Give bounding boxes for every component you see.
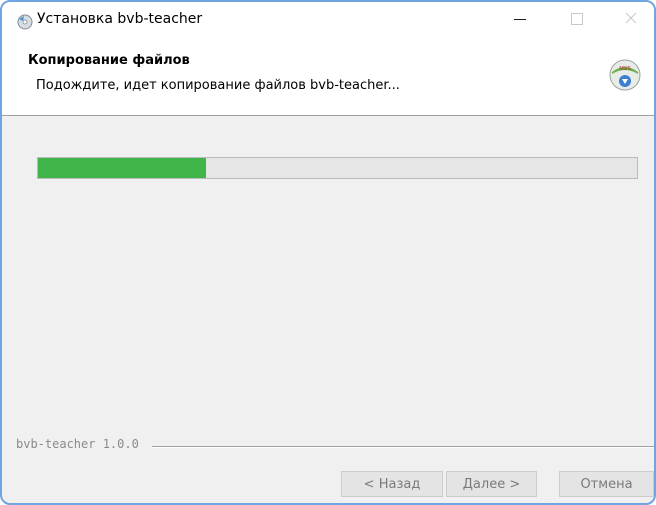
setup-disc-download-icon: NSIS — [609, 59, 641, 91]
cancel-button[interactable]: Отмена — [559, 471, 654, 497]
branding-version-text: bvb-teacher 1.0.0 — [16, 437, 139, 451]
close-icon — [625, 12, 637, 24]
copy-progress-fill — [38, 158, 206, 178]
minimize-button[interactable] — [498, 2, 544, 36]
maximize-icon — [571, 13, 583, 25]
branding-row: bvb-teacher 1.0.0 — [16, 434, 654, 454]
close-button[interactable] — [608, 2, 654, 36]
back-button[interactable]: < Назад — [341, 471, 443, 497]
page-subtitle: Подождите, идет копирование файлов bvb-t… — [36, 78, 400, 93]
title-bar[interactable]: Установка bvb-teacher — [2, 2, 654, 38]
installer-window: Установка bvb-teacher Копирование файлов… — [0, 0, 656, 505]
minimize-icon — [514, 19, 526, 20]
maximize-button[interactable] — [554, 2, 600, 36]
installer-disc-icon — [17, 14, 33, 30]
header-icon-badge: NSIS — [619, 66, 631, 72]
copy-progress-bar — [37, 157, 638, 179]
next-button[interactable]: Далее > — [446, 471, 537, 497]
branding-divider — [152, 446, 654, 448]
page-title: Копирование файлов — [28, 53, 190, 68]
page-header: Копирование файлов Подождите, идет копир… — [2, 38, 654, 116]
window-title: Установка bvb-teacher — [37, 11, 203, 27]
